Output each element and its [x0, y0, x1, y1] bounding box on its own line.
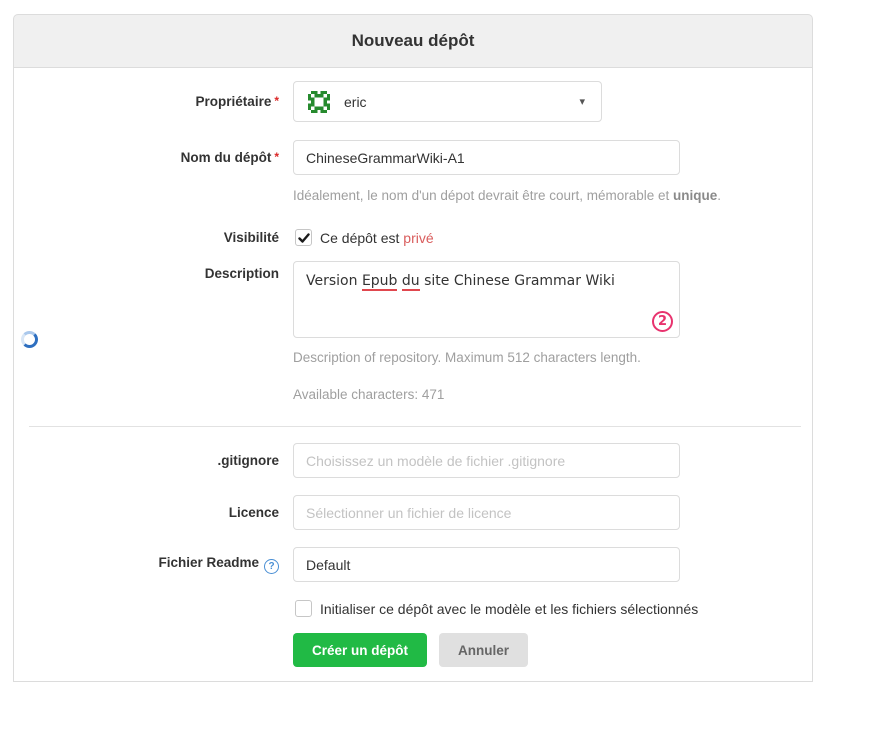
visibility-row: Visibilité Ce dépôt est privé — [14, 229, 812, 246]
spellcheck-underline: du — [402, 273, 420, 291]
private-checkbox[interactable] — [295, 229, 312, 246]
visibility-label: Visibilité — [14, 230, 279, 245]
description-row: Description Version Epub du site Chinese… — [14, 261, 812, 338]
available-characters: Available characters: 471 — [293, 387, 812, 402]
private-checkbox-label[interactable]: Ce dépôt est privé — [320, 230, 434, 246]
license-label: Licence — [14, 505, 279, 520]
license-row: Licence — [14, 495, 812, 530]
init-repo-label[interactable]: Initialiser ce dépôt avec le modèle et l… — [320, 601, 698, 617]
section-divider — [29, 426, 801, 427]
description-label: Description — [14, 261, 279, 281]
owner-label: Propriétaire* — [14, 94, 279, 109]
repo-name-label: Nom du dépôt* — [14, 150, 279, 165]
loading-spinner-icon — [21, 331, 38, 348]
description-textarea[interactable]: Version Epub du site Chinese Grammar Wik… — [293, 261, 680, 338]
repo-name-input[interactable] — [293, 140, 680, 175]
spellcheck-underline: Epub — [362, 273, 398, 291]
private-highlight: privé — [403, 230, 433, 246]
required-asterisk: * — [274, 150, 279, 164]
required-asterisk: * — [274, 94, 279, 108]
chevron-down-icon: ▾ — [579, 94, 585, 107]
gitignore-row: .gitignore — [14, 443, 812, 478]
cancel-button[interactable]: Annuler — [439, 633, 528, 667]
repo-name-help: Idéalement, le nom d'un dépot devrait êt… — [293, 188, 812, 203]
visibility-checkbox-group: Ce dépôt est privé — [295, 229, 434, 246]
description-text: Version Epub du site Chinese Grammar Wik… — [306, 272, 667, 290]
checkmark-icon — [298, 232, 310, 244]
repo-name-row: Nom du dépôt* — [14, 140, 812, 175]
readme-input[interactable] — [293, 547, 680, 582]
owner-select[interactable]: eric ▾ — [293, 81, 602, 122]
gitignore-input[interactable] — [293, 443, 680, 478]
annotation-badge-2: 2 — [652, 311, 673, 332]
help-question-icon[interactable]: ? — [264, 559, 279, 574]
new-repository-form: Propriétaire* eric ▾ — [13, 68, 813, 682]
form-actions: Créer un dépôt Annuler — [293, 633, 812, 667]
create-repository-button[interactable]: Créer un dépôt — [293, 633, 427, 667]
description-help: Description of repository. Maximum 512 c… — [293, 350, 812, 365]
panel-header: Nouveau dépôt — [13, 14, 813, 68]
owner-avatar-identicon — [308, 91, 330, 113]
init-repo-row: Initialiser ce dépôt avec le modèle et l… — [295, 600, 812, 617]
gitignore-label: .gitignore — [14, 453, 279, 468]
owner-selected-value: eric — [344, 94, 367, 110]
page-title: Nouveau dépôt — [352, 31, 475, 51]
readme-row: Fichier Readme? — [14, 547, 812, 582]
readme-label: Fichier Readme? — [14, 555, 279, 574]
new-repository-panel: Nouveau dépôt Propriétaire* — [13, 14, 813, 682]
init-repo-checkbox[interactable] — [295, 600, 312, 617]
license-input[interactable] — [293, 495, 680, 530]
owner-row: Propriétaire* eric ▾ — [14, 81, 812, 122]
